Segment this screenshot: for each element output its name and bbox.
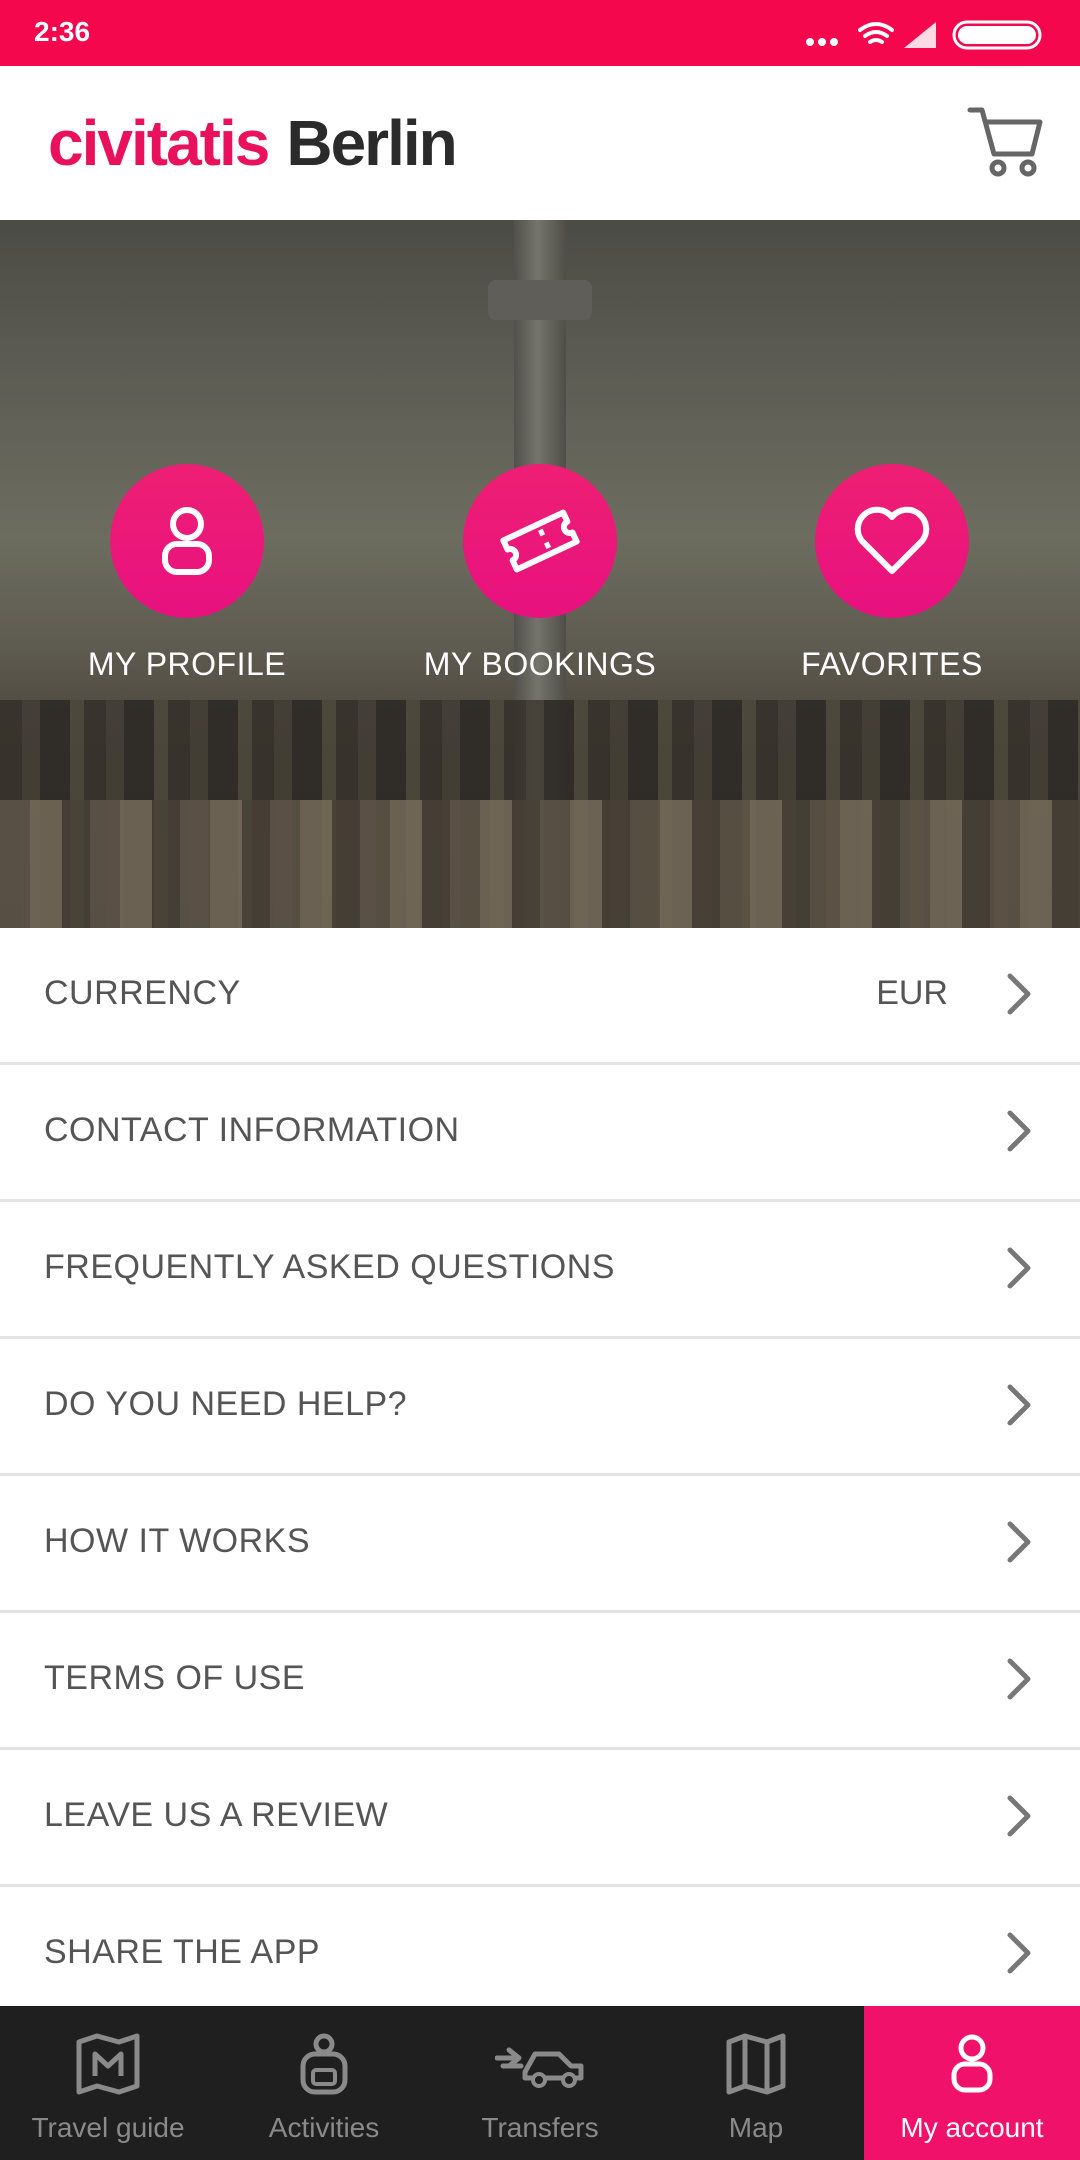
cart-icon[interactable] (964, 102, 1044, 182)
chevron-right-icon (1007, 1384, 1031, 1426)
menu-item-label: TERMS OF USE (44, 1659, 306, 1697)
chevron-right-icon (1007, 1110, 1031, 1152)
favorites-button[interactable]: FAVORITES (772, 464, 1012, 683)
my-bookings-label: MY BOOKINGS (423, 646, 657, 682)
bottom-tab-bar: Travel guide Activities Transfers Map My… (0, 2006, 1080, 2160)
tab-my-account[interactable]: My account (864, 2006, 1080, 2160)
status-time: 2:36 (34, 16, 91, 47)
app-header: civitatis Berlin (0, 66, 1080, 220)
map-book-icon (76, 2033, 140, 2095)
status-bar: 2:36 (0, 0, 1080, 66)
chevron-right-icon (1007, 1658, 1031, 1700)
account-hero: MY PROFILE MY BOOKINGS FAVORITES (0, 220, 1080, 928)
tab-map[interactable]: Map (648, 2006, 864, 2160)
city-name: Berlin (286, 107, 457, 179)
user-icon (951, 2034, 993, 2093)
tab-label: Map (728, 2112, 784, 2143)
chevron-right-icon (1007, 1521, 1031, 1563)
currency-value: EUR (876, 974, 948, 1012)
chevron-right-icon (1007, 1795, 1031, 1837)
menu-item-need-help[interactable]: DO YOU NEED HELP? (0, 1339, 1080, 1476)
menu-item-faq[interactable]: FREQUENTLY ASKED QUESTIONS (0, 1202, 1080, 1339)
menu-item-label: HOW IT WORKS (44, 1522, 311, 1560)
menu-item-terms-of-use[interactable]: TERMS OF USE (0, 1613, 1080, 1750)
map-icon (726, 2033, 786, 2095)
user-icon (162, 507, 212, 575)
car-icon (495, 2047, 584, 2088)
account-menu: CURRENCY EUR CONTACT INFORMATION FREQUEN… (0, 928, 1080, 2021)
favorites-label: FAVORITES (801, 646, 983, 682)
civitatis-logo: civitatis (48, 107, 270, 179)
chevron-right-icon (1007, 973, 1031, 1015)
heart-icon (854, 506, 930, 574)
my-bookings-button[interactable]: MY BOOKINGS (420, 464, 660, 683)
menu-item-label: CONTACT INFORMATION (44, 1111, 460, 1149)
wifi-icon (858, 22, 894, 44)
chevron-right-icon (1007, 1932, 1031, 1974)
backpack-icon (300, 2033, 348, 2095)
system-status-icons (806, 20, 1042, 50)
tab-label: Travel guide (31, 2112, 185, 2143)
signal-icon (904, 22, 936, 48)
ticket-icon (500, 509, 580, 573)
my-profile-label: MY PROFILE (87, 646, 287, 682)
brand: civitatis Berlin (48, 106, 458, 180)
menu-item-contact-information[interactable]: CONTACT INFORMATION (0, 1065, 1080, 1202)
chevron-right-icon (1007, 1247, 1031, 1289)
menu-item-currency[interactable]: CURRENCY EUR (0, 928, 1080, 1065)
tab-activities[interactable]: Activities (216, 2006, 432, 2160)
menu-item-label: DO YOU NEED HELP? (44, 1385, 408, 1423)
tab-label: Transfers (481, 2112, 599, 2143)
my-profile-button[interactable]: MY PROFILE (67, 464, 307, 683)
tab-travel-guide[interactable]: Travel guide (0, 2006, 216, 2160)
menu-item-how-it-works[interactable]: HOW IT WORKS (0, 1476, 1080, 1613)
menu-item-label: SHARE THE APP (44, 1933, 321, 1971)
menu-item-share-app[interactable]: SHARE THE APP (0, 1887, 1080, 2021)
tab-label: My account (900, 2112, 1044, 2143)
menu-item-label: LEAVE US A REVIEW (44, 1796, 389, 1834)
menu-item-leave-review[interactable]: LEAVE US A REVIEW (0, 1750, 1080, 1887)
menu-item-label: CURRENCY (44, 974, 241, 1012)
tab-transfers[interactable]: Transfers (432, 2006, 648, 2160)
menu-item-label: FREQUENTLY ASKED QUESTIONS (44, 1248, 615, 1286)
tab-label: Activities (268, 2112, 380, 2143)
